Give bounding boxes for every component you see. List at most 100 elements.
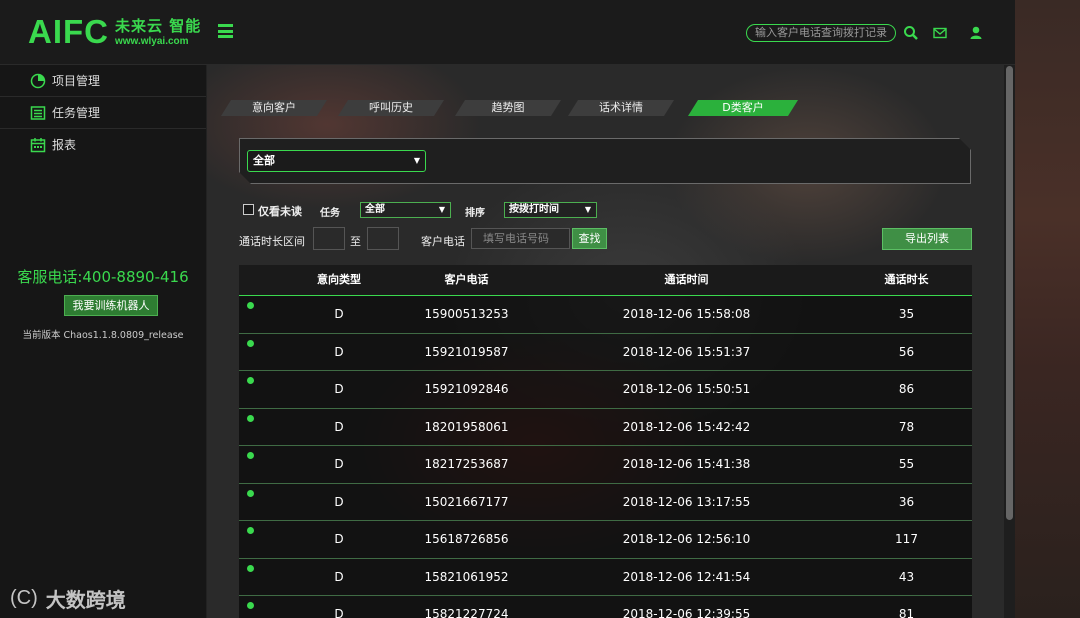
- table-row[interactable]: D 15821061952 2018-12-06 12:41:54 43: [239, 558, 972, 596]
- tab-call-history[interactable]: 呼叫历史: [338, 100, 444, 116]
- cell-intent-type: D: [334, 419, 344, 434]
- status-dot-icon: [247, 452, 254, 459]
- cell-call-duration: 35: [898, 307, 915, 321]
- chevron-down-icon: ▼: [438, 205, 445, 214]
- status-dot-icon: [247, 489, 254, 497]
- project-select[interactable]: 全部 ▼: [247, 150, 426, 172]
- cell-call-duration: 78: [898, 419, 915, 434]
- search-icon[interactable]: [903, 25, 919, 41]
- cell-call-duration: 81: [898, 607, 915, 618]
- watermark-text: 大数跨境: [45, 588, 126, 612]
- tab-intent-customers[interactable]: 意向客户: [221, 100, 327, 116]
- watermark-logo: (C): [10, 587, 38, 609]
- cell-intent-type: D: [334, 457, 344, 471]
- cell-intent-type: D: [334, 569, 344, 584]
- cell-call-duration: 117: [895, 532, 918, 546]
- range-to-label: 至: [350, 235, 361, 248]
- only-unread-label: 仅看未读: [258, 205, 302, 218]
- cell-customer-phone: 15021667177: [424, 494, 509, 509]
- column-header-customer-phone[interactable]: 客户电话: [409, 265, 524, 295]
- watermark: (C) 大数跨境: [10, 584, 126, 613]
- task-select[interactable]: 全部 ▼: [360, 202, 451, 218]
- train-robot-button[interactable]: 我要训练机器人: [64, 295, 158, 316]
- cell-call-time: 2018-12-06 12:56:10: [622, 532, 751, 546]
- cell-call-time: 2018-12-06 15:41:38: [622, 457, 751, 471]
- cell-call-time: 2018-12-06 15:58:08: [622, 307, 751, 321]
- chevron-down-icon: ▼: [584, 205, 591, 214]
- cell-call-duration: 36: [898, 494, 915, 509]
- cell-customer-phone: 15900513253: [424, 307, 509, 321]
- column-header-call-duration[interactable]: 通话时长: [849, 265, 964, 295]
- status-dot-icon: [247, 602, 254, 609]
- sidebar-item-task-management[interactable]: 任务管理: [0, 97, 206, 129]
- sort-select-value: 按拨打时间: [509, 204, 559, 215]
- cell-call-time: 2018-12-06 12:41:54: [622, 569, 751, 584]
- table-body: D 15900513253 2018-12-06 15:58:08 35 D 1…: [239, 296, 972, 618]
- logo[interactable]: AIFC 未来云 智能 www.wlyai.com: [28, 14, 201, 50]
- tab-d-class-customers[interactable]: D类客户: [688, 100, 798, 116]
- cell-customer-phone: 15618726856: [424, 532, 509, 546]
- cell-customer-phone: 15821227724: [424, 607, 509, 618]
- cell-customer-phone: 15921019587: [424, 344, 509, 359]
- cell-call-duration: 56: [898, 344, 915, 359]
- sort-label: 排序: [465, 208, 485, 219]
- pie-chart-icon: [30, 73, 46, 88]
- status-dot-icon: [247, 339, 254, 347]
- table-row[interactable]: D 15821227724 2018-12-06 12:39:55 81: [239, 596, 972, 618]
- tab-script-details[interactable]: 话术详情: [568, 100, 674, 116]
- sidebar-item-reports[interactable]: 报表: [0, 129, 206, 160]
- task-label: 任务: [320, 208, 340, 219]
- sidebar: 项目管理 任务管理 报表 客服电话:400-8890-416 我要训练机器人 当…: [0, 65, 207, 618]
- cell-call-duration: 43: [898, 569, 915, 584]
- search-button[interactable]: 查找: [572, 228, 607, 249]
- only-unread-checkbox[interactable]: [243, 204, 254, 215]
- table-row[interactable]: D 18201958061 2018-12-06 15:42:42 78: [239, 408, 972, 446]
- calendar-icon: [30, 137, 46, 152]
- duration-max-input[interactable]: [367, 227, 399, 250]
- sidebar-item-label: 报表: [52, 138, 77, 152]
- table-row[interactable]: D 15900513253 2018-12-06 15:58:08 35: [239, 296, 972, 334]
- table-row[interactable]: D 15921092846 2018-12-06 15:50:51 86: [239, 371, 972, 409]
- version-info: 当前版本 Chaos1.1.8.0809_release: [22, 330, 184, 341]
- sidebar-item-label: 任务管理: [52, 106, 101, 120]
- customer-phone-label: 客户电话: [421, 235, 465, 248]
- project-select-value: 全部: [253, 154, 275, 167]
- customer-service-hotline: 客服电话:400-8890-416: [17, 268, 189, 286]
- hamburger-menu-icon[interactable]: [218, 24, 233, 38]
- cell-intent-type: D: [334, 532, 344, 546]
- status-dot-icon: [247, 564, 254, 572]
- customer-phone-input[interactable]: 填写电话号码: [471, 228, 570, 249]
- table-row[interactable]: D 15921019587 2018-12-06 15:51:37 56: [239, 333, 972, 371]
- cell-call-duration: 55: [898, 457, 915, 471]
- table-row[interactable]: D 15021667177 2018-12-06 13:17:55 36: [239, 483, 972, 521]
- logo-mark: AIFC: [28, 13, 109, 50]
- cell-call-time: 2018-12-06 13:17:55: [622, 494, 751, 509]
- column-header-intent-type[interactable]: 意向类型: [269, 265, 409, 295]
- mail-icon[interactable]: [932, 25, 948, 41]
- user-icon[interactable]: [968, 25, 984, 41]
- sidebar-item-project-management[interactable]: 项目管理: [0, 65, 206, 97]
- sort-select[interactable]: 按拨打时间 ▼: [504, 202, 597, 218]
- sidebar-item-label: 项目管理: [52, 74, 101, 88]
- status-dot-icon: [247, 414, 254, 422]
- phone-record-search-input[interactable]: 输入客户电话查询拨打记录: [746, 24, 896, 42]
- duration-min-input[interactable]: [313, 227, 345, 250]
- export-list-button[interactable]: 导出列表: [882, 228, 972, 250]
- status-dot-icon: [247, 302, 254, 309]
- column-header-call-time[interactable]: 通话时间: [524, 265, 849, 295]
- cell-intent-type: D: [334, 607, 344, 618]
- cell-intent-type: D: [334, 307, 344, 321]
- cell-customer-phone: 18201958061: [424, 419, 509, 434]
- logo-chinese-name: 未来云 智能: [115, 16, 202, 35]
- table-row[interactable]: D 15618726856 2018-12-06 12:56:10 117: [239, 521, 972, 559]
- logo-url: www.wlyai.com: [115, 35, 189, 47]
- cell-call-time: 2018-12-06 12:39:55: [622, 607, 751, 618]
- cell-intent-type: D: [334, 494, 344, 509]
- status-dot-icon: [247, 527, 254, 534]
- table-row[interactable]: D 18217253687 2018-12-06 15:41:38 55: [239, 446, 972, 484]
- duration-range-label: 通话时长区间: [239, 235, 305, 248]
- status-dot-icon: [247, 377, 254, 384]
- tab-trend-chart[interactable]: 趋势图: [455, 100, 561, 116]
- cell-call-duration: 86: [898, 382, 915, 396]
- scrollbar-thumb[interactable]: [1006, 66, 1013, 520]
